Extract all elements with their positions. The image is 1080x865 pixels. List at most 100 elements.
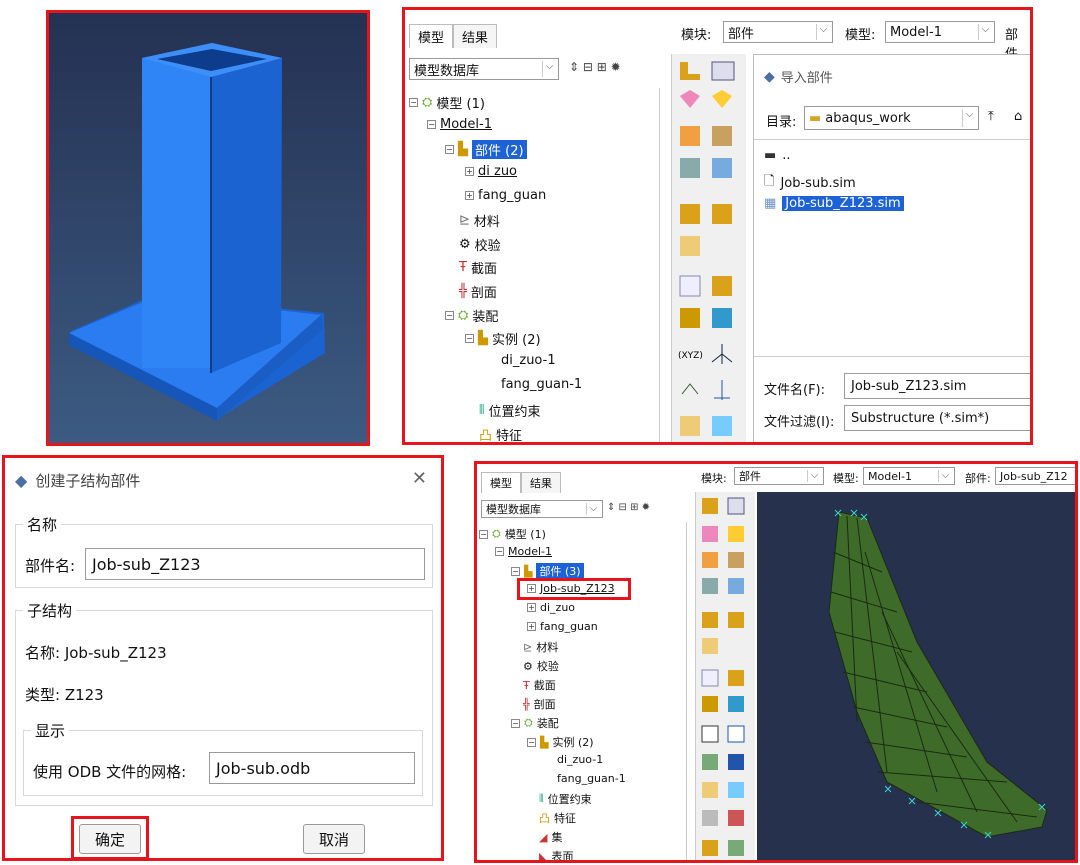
model-tree: − ⛭ 模型 (1) − Model-1 − ▙ 部件 (2) + di zuo + fang… bbox=[405, 88, 660, 442]
tree-node-di-zuo[interactable]: + di_zuo bbox=[527, 601, 575, 614]
tree-label: 部件 (2) bbox=[472, 140, 527, 159]
tree-node-fang-guan[interactable]: + fang_guan bbox=[465, 188, 546, 203]
tree-label: 表面 bbox=[551, 850, 574, 863]
file-item-parent[interactable]: ▬.. bbox=[764, 148, 791, 163]
ok-button[interactable]: 确定 bbox=[79, 824, 141, 854]
tree-node-model1[interactable]: − Model-1 bbox=[495, 545, 552, 558]
tree-node-profiles[interactable]: ╬ 剖面 bbox=[459, 282, 497, 301]
tree-node-features[interactable]: 凸特征 bbox=[479, 425, 522, 442]
filename-input[interactable]: Job-sub_Z123.sim bbox=[844, 373, 1030, 399]
file-name: .. bbox=[782, 148, 791, 163]
part-name-value: Job-sub_Z123 bbox=[92, 554, 201, 574]
tree-node-models[interactable]: − ⛭ 模型 (1) bbox=[409, 93, 485, 112]
model-database-combo[interactable]: 模型数据库 ⌵ bbox=[409, 58, 559, 80]
module-combo[interactable]: 部件 ⌵ bbox=[734, 467, 824, 485]
tree-node-fang-guan-1[interactable]: fang_guan-1 bbox=[501, 377, 582, 392]
name-group-label: 名称 bbox=[23, 514, 62, 535]
odb-file-value: Job-sub.odb bbox=[216, 758, 311, 778]
tree-label: fang_guan bbox=[540, 620, 598, 633]
tree-node-sets[interactable]: ◢ 集 bbox=[539, 829, 562, 845]
chevron-down-icon: ⌵ bbox=[586, 503, 600, 515]
tree-node-sections[interactable]: Ŧ 截面 bbox=[459, 258, 497, 277]
directory-combo[interactable]: ▬ abaqus_work ⌵ bbox=[804, 106, 979, 130]
create-substructure-dialog: ◆ 创建子结构部件 ✕ 名称 部件名: Job-sub_Z123 子结构 名称:… bbox=[2, 455, 444, 861]
chevron-down-icon: ⌵ bbox=[542, 61, 556, 77]
part-toolbox bbox=[695, 492, 756, 863]
filter-combo[interactable]: Substructure (*.sim*) bbox=[844, 405, 1030, 431]
model-tree: − ⛭ 模型 (1) − Model-1 − ▙ 部件 (3) + Job-sub_Z123… bbox=[477, 522, 687, 863]
odb-file-input[interactable]: Job-sub.odb bbox=[209, 752, 415, 784]
job-sub-highlight bbox=[517, 578, 631, 600]
up-folder-icon[interactable]: ⤒ bbox=[988, 109, 994, 124]
filter-label: 文件过滤(I): bbox=[764, 415, 835, 430]
tab-model[interactable]: 模型 bbox=[481, 472, 521, 493]
tree-node-parts[interactable]: − ▙ 部件 (3) bbox=[511, 563, 584, 579]
model-combo[interactable]: Model-1 ⌵ bbox=[863, 467, 955, 485]
tree-node-di-zuo[interactable]: + di zuo bbox=[465, 164, 517, 179]
substructure-name: 名称: Job-sub_Z123 bbox=[25, 644, 167, 662]
tree-tool-icons[interactable]: ⇕ ⊟ ⊞ ✹ bbox=[569, 60, 621, 74]
filter-value: Substructure (*.sim*) bbox=[851, 410, 990, 426]
tree-node-fang-guan-1[interactable]: fang_guan-1 bbox=[557, 772, 626, 785]
filename-value: Job-sub_Z123.sim bbox=[851, 378, 967, 394]
part-toolbox: (XYZ) bbox=[671, 54, 747, 445]
tree-label: Model-1 bbox=[508, 545, 552, 558]
file-list: ▬.. 🗋 Job-sub.sim ▦ Job-sub_Z123.sim bbox=[754, 139, 1030, 357]
tab-results[interactable]: 结果 bbox=[521, 472, 561, 493]
tree-label: fang_guan-1 bbox=[501, 377, 583, 392]
toolbox-icons[interactable] bbox=[696, 492, 756, 863]
tree-label: 截面 bbox=[470, 262, 497, 277]
tree-node-instances[interactable]: − ▙ 实例 (2) bbox=[465, 329, 541, 348]
directory-value: abaqus_work bbox=[825, 110, 911, 126]
tree-node-constraints[interactable]: ⫴ 位置约束 bbox=[479, 401, 540, 420]
tab-model[interactable]: 模型 bbox=[409, 24, 454, 48]
part-combo[interactable]: Job-sub_Z12 bbox=[995, 467, 1075, 485]
tree-node-parts[interactable]: − ▙ 部件 (2) bbox=[445, 140, 527, 159]
tree-node-di-zuo-1[interactable]: di_zuo-1 bbox=[557, 753, 603, 766]
tree-node-di-zuo-1[interactable]: di_zuo-1 bbox=[501, 353, 556, 368]
model-database-combo[interactable]: 模型数据库 ⌵ bbox=[481, 500, 603, 518]
chevron-down-icon: ⌵ bbox=[938, 470, 952, 482]
tree-node-sections[interactable]: Ŧ 截面 bbox=[523, 677, 556, 693]
tree-label: 材料 bbox=[473, 215, 500, 230]
tree-tool-icons[interactable]: ⇕ ⊟ ⊞ ✹ bbox=[607, 502, 650, 513]
model-combo[interactable]: Model-1 ⌵ bbox=[885, 21, 995, 43]
tab-results[interactable]: 结果 bbox=[453, 24, 498, 48]
tree-label: 部件 (3) bbox=[536, 563, 584, 579]
file-item[interactable]: 🗋 Job-sub.sim bbox=[764, 172, 856, 194]
file-item-selected[interactable]: ▦ Job-sub_Z123.sim bbox=[764, 196, 904, 211]
home-icon[interactable]: ⌂ bbox=[1014, 109, 1022, 124]
tree-node-surfaces[interactable]: ◣ 表面 bbox=[539, 848, 574, 863]
tree-node-features[interactable]: 凸特征 bbox=[539, 810, 576, 826]
tree-node-constraints[interactable]: ⫴ 位置约束 bbox=[539, 791, 592, 807]
model-database-label: 模型数据库 bbox=[414, 63, 480, 79]
tree-node-fang-guan[interactable]: + fang_guan bbox=[527, 620, 598, 633]
tree-node-calibration[interactable]: ⚙ 校验 bbox=[459, 235, 501, 254]
toolbox-icons[interactable]: (XYZ) bbox=[672, 54, 747, 445]
tree-label: di_zuo-1 bbox=[501, 353, 556, 368]
part-name-input[interactable]: Job-sub_Z123 bbox=[85, 548, 425, 580]
tree-node-calibration[interactable]: ⚙ 校验 bbox=[523, 658, 559, 674]
close-icon[interactable]: ✕ bbox=[412, 468, 427, 489]
tree-node-model1[interactable]: − Model-1 bbox=[427, 117, 492, 132]
module-combo[interactable]: 部件 ⌵ bbox=[723, 21, 833, 43]
tree-node-models[interactable]: − ⛭ 模型 (1) bbox=[479, 526, 546, 542]
tree-node-materials[interactable]: ⊵ 材料 bbox=[523, 639, 558, 655]
tree-label: 位置约束 bbox=[547, 793, 592, 806]
cancel-button[interactable]: 取消 bbox=[303, 824, 365, 854]
tree-label: di_zuo-1 bbox=[557, 753, 604, 766]
directory-label: 目录: bbox=[766, 115, 797, 130]
part-value: Job-sub_Z12 bbox=[1000, 469, 1068, 483]
tree-label: 材料 bbox=[536, 641, 559, 654]
tree-node-instances[interactable]: − ▙ 实例 (2) bbox=[527, 734, 594, 750]
tree-node-assembly[interactable]: − ⛭ 装配 bbox=[511, 715, 559, 731]
model-label: 模型: bbox=[845, 28, 876, 43]
mesh-viewport bbox=[757, 492, 1075, 860]
substructure-group-label: 子结构 bbox=[23, 600, 77, 621]
module-value: 部件 bbox=[728, 26, 755, 42]
tree-label: 装配 bbox=[536, 717, 559, 730]
tree-node-assembly[interactable]: − ⛭ 装配 bbox=[445, 306, 498, 325]
tree-node-profiles[interactable]: ╬ 剖面 bbox=[523, 696, 556, 712]
tree-node-materials[interactable]: ⊵ 材料 bbox=[459, 211, 500, 230]
tree-label: 位置约束 bbox=[488, 405, 541, 420]
